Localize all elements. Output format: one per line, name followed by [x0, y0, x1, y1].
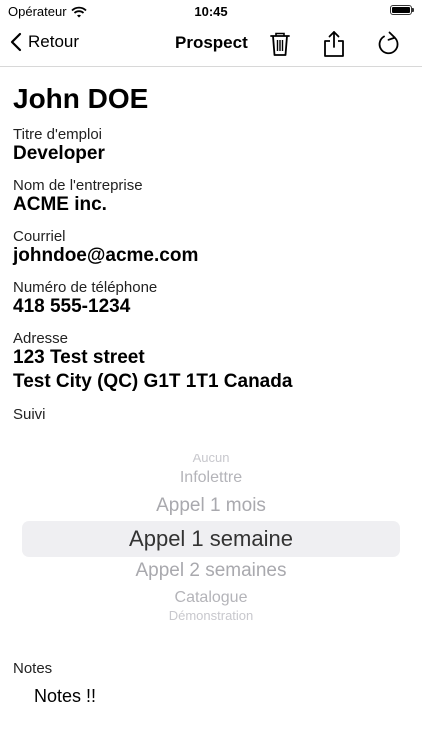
contact-details: John DOE Titre d'emploi Developer Nom de…	[13, 66, 409, 423]
email-value[interactable]: johndoe@acme.com	[13, 245, 409, 266]
address-label: Adresse	[13, 330, 69, 347]
notes-label: Notes	[13, 660, 53, 677]
picker-option[interactable]: Catalogue	[0, 588, 422, 608]
phone-field: Numéro de téléphone 418 555-1234	[13, 279, 409, 317]
picker-option[interactable]: Infolettre	[0, 468, 422, 488]
phone-value[interactable]: 418 555-1234	[13, 296, 409, 317]
followup-label: Suivi	[13, 406, 46, 423]
job-title-field: Titre d'emploi Developer	[13, 126, 409, 164]
picker-option-selected[interactable]: Appel 1 semaine	[0, 526, 422, 552]
refresh-icon[interactable]	[376, 30, 402, 58]
back-button[interactable]: Retour	[10, 32, 79, 52]
address-field: Adresse 123 Test street Test City (QC) G…	[13, 330, 409, 392]
company-label: Nom de l'entreprise	[13, 177, 143, 194]
status-bar: Opérateur 10:45	[0, 0, 422, 22]
chevron-left-icon	[10, 32, 22, 52]
email-label: Courriel	[13, 228, 66, 245]
battery-icon	[390, 5, 414, 15]
trash-icon[interactable]	[267, 30, 293, 58]
picker-option[interactable]: Appel 2 semaines	[0, 559, 422, 583]
followup-picker[interactable]: Aucun Infolettre Appel 1 mois Appel 1 se…	[0, 450, 422, 630]
phone-label: Numéro de téléphone	[13, 279, 158, 296]
share-icon[interactable]	[322, 30, 346, 58]
navigation-bar: Retour Prospect	[0, 22, 422, 67]
picker-option[interactable]: Démonstration	[0, 610, 422, 622]
followup-field: Suivi	[13, 406, 409, 423]
page-title: Prospect	[175, 33, 248, 52]
back-button-label: Retour	[28, 32, 80, 51]
contact-name: John DOE	[13, 83, 149, 114]
company-field: Nom de l'entreprise ACME inc.	[13, 177, 409, 215]
job-title-value: Developer	[13, 143, 105, 164]
company-value: ACME inc.	[13, 194, 107, 215]
status-time: 10:45	[194, 4, 228, 19]
picker-option[interactable]: Aucun	[0, 454, 422, 464]
job-title-label: Titre d'emploi	[13, 126, 103, 143]
address-line2: Test City (QC) G1T 1T1 Canada	[13, 371, 293, 392]
notes-field[interactable]: Notes !!	[34, 686, 96, 707]
email-field: Courriel johndoe@acme.com	[13, 228, 409, 266]
picker-option[interactable]: Appel 1 mois	[0, 494, 422, 518]
address-line1: 123 Test street	[13, 347, 145, 368]
